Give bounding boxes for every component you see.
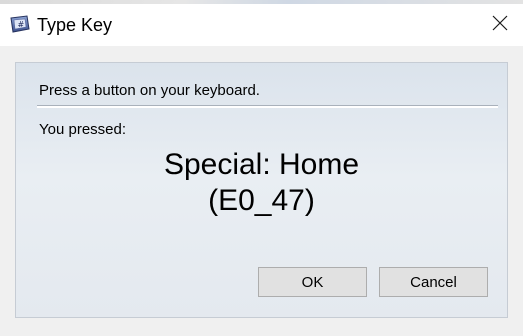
close-icon: [492, 15, 508, 36]
separator: [37, 105, 498, 108]
svg-text:#: #: [18, 20, 25, 29]
key-capture-panel: Press a button on your keyboard. You pre…: [15, 62, 508, 318]
instruction-text: Press a button on your keyboard.: [39, 82, 260, 99]
pressed-label: You pressed:: [39, 121, 127, 138]
ok-button[interactable]: OK: [258, 267, 367, 297]
keyboard-key-icon: #: [8, 15, 30, 33]
close-button[interactable]: [477, 4, 523, 46]
pressed-key-name: Special: Home: [163, 148, 360, 181]
window-title: Type Key: [37, 15, 113, 35]
pressed-key-code: (E0_47): [208, 184, 315, 217]
type-key-dialog: # Type Key Press a button on your keyboa…: [0, 0, 523, 336]
cancel-button[interactable]: Cancel: [379, 267, 488, 297]
dialog-body: Press a button on your keyboard. You pre…: [0, 46, 523, 336]
title-bar[interactable]: # Type Key: [0, 4, 523, 46]
